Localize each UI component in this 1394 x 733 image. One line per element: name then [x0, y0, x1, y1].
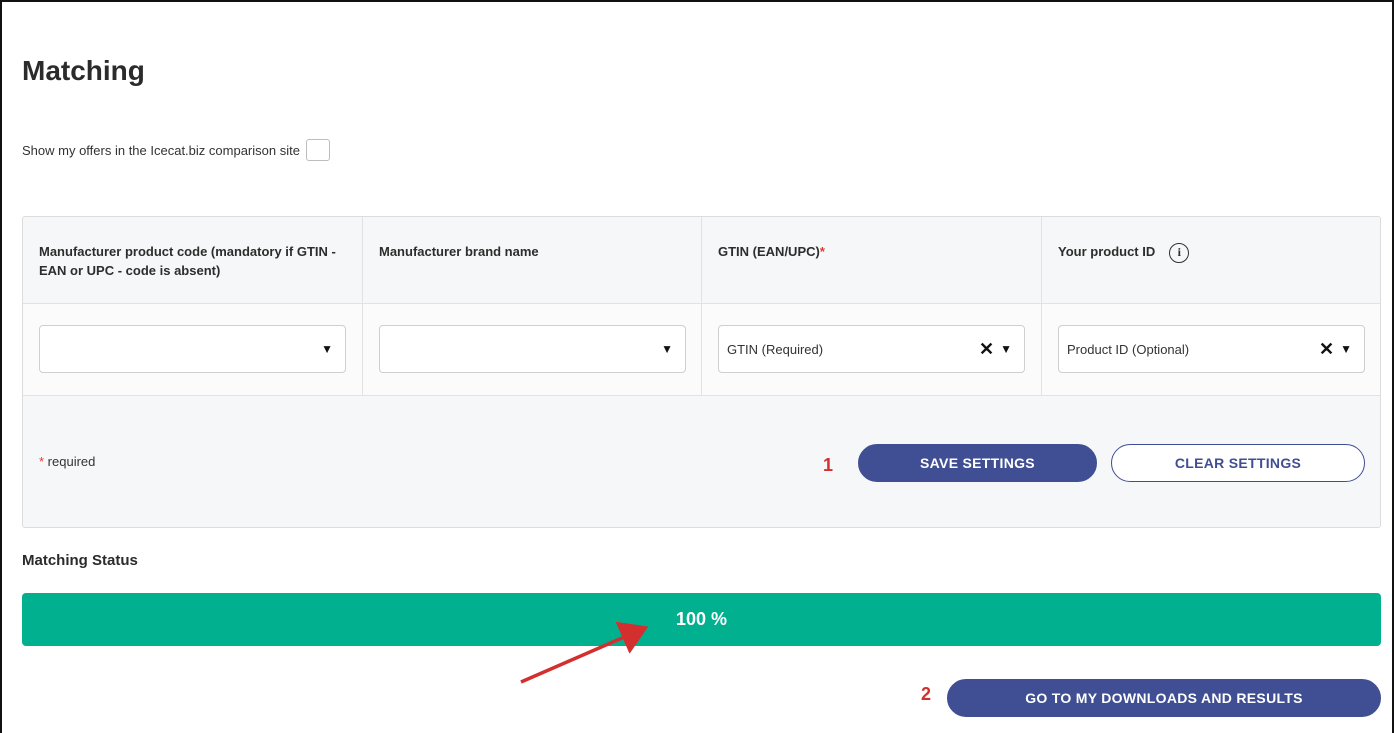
offers-label: Show my offers in the Icecat.biz compari…: [22, 142, 300, 158]
column-header: Your product ID i: [1042, 217, 1380, 304]
clear-settings-button[interactable]: CLEAR SETTINGS: [1111, 444, 1365, 482]
column-brand-name: Manufacturer brand name ▼: [363, 217, 702, 396]
clear-icon[interactable]: ✕: [979, 339, 994, 360]
page-title: Matching: [22, 55, 145, 86]
gtin-select[interactable]: GTIN (Required) ✕ ▼: [718, 325, 1025, 373]
panel-footer: * required 1 SAVE SETTINGS CLEAR SETTING…: [23, 396, 1380, 529]
column-header-label: Manufacturer brand name: [379, 244, 539, 259]
matching-progress-bar: 100 %: [22, 593, 1381, 646]
brand-name-select[interactable]: ▼: [379, 325, 686, 373]
progress-text: 100 %: [675, 609, 728, 629]
select-value: GTIN (Required): [727, 341, 824, 357]
save-settings-button[interactable]: SAVE SETTINGS: [858, 444, 1097, 482]
required-note: * required: [39, 454, 95, 469]
matching-status-title: Matching Status: [22, 552, 138, 569]
clear-icon[interactable]: ✕: [1319, 339, 1334, 360]
product-id-select[interactable]: Product ID (Optional) ✕ ▼: [1058, 325, 1365, 373]
dropdown-arrow-icon[interactable]: ▼: [1000, 342, 1012, 356]
select-value: Product ID (Optional): [1067, 341, 1190, 357]
column-product-id: Your product ID i Product ID (Optional) ✕…: [1042, 217, 1380, 396]
mapping-grid: Manufacturer product code (mandatory if …: [23, 217, 1380, 396]
column-body: ▼: [363, 304, 701, 396]
dropdown-arrow-icon[interactable]: ▼: [661, 342, 673, 356]
dropdown-arrow-icon[interactable]: ▼: [1340, 342, 1352, 356]
offers-checkbox[interactable]: [305, 139, 330, 161]
mapping-panel: Manufacturer product code (mandatory if …: [22, 216, 1381, 528]
required-label: required: [44, 454, 96, 469]
column-header: GTIN (EAN/UPC)*: [702, 217, 1041, 304]
column-body: ▼: [23, 304, 362, 396]
go-to-downloads-button[interactable]: GO TO MY DOWNLOADS AND RESULTS: [947, 679, 1381, 717]
required-star: *: [819, 244, 825, 259]
annotation-step-1: 1: [823, 455, 834, 475]
column-body: GTIN (Required) ✕ ▼: [702, 304, 1041, 396]
offers-option: Show my offers in the Icecat.biz compari…: [22, 137, 330, 163]
info-icon[interactable]: i: [1169, 242, 1190, 263]
column-gtin: GTIN (EAN/UPC)* GTIN (Required) ✕ ▼: [702, 217, 1042, 396]
column-body: Product ID (Optional) ✕ ▼: [1042, 304, 1380, 396]
column-header-label: Your product ID: [1058, 244, 1156, 259]
column-header-label: GTIN (EAN/UPC): [718, 244, 820, 259]
dropdown-arrow-icon[interactable]: ▼: [321, 342, 333, 356]
column-header: Manufacturer brand name: [363, 217, 701, 304]
column-header-label: Manufacturer product code (mandatory if …: [39, 244, 336, 278]
product-code-select[interactable]: ▼: [39, 325, 346, 373]
column-header: Manufacturer product code (mandatory if …: [23, 217, 362, 304]
column-product-code: Manufacturer product code (mandatory if …: [23, 217, 363, 396]
annotation-arrow-icon: [520, 621, 649, 684]
annotation-step-2: 2: [921, 684, 932, 704]
